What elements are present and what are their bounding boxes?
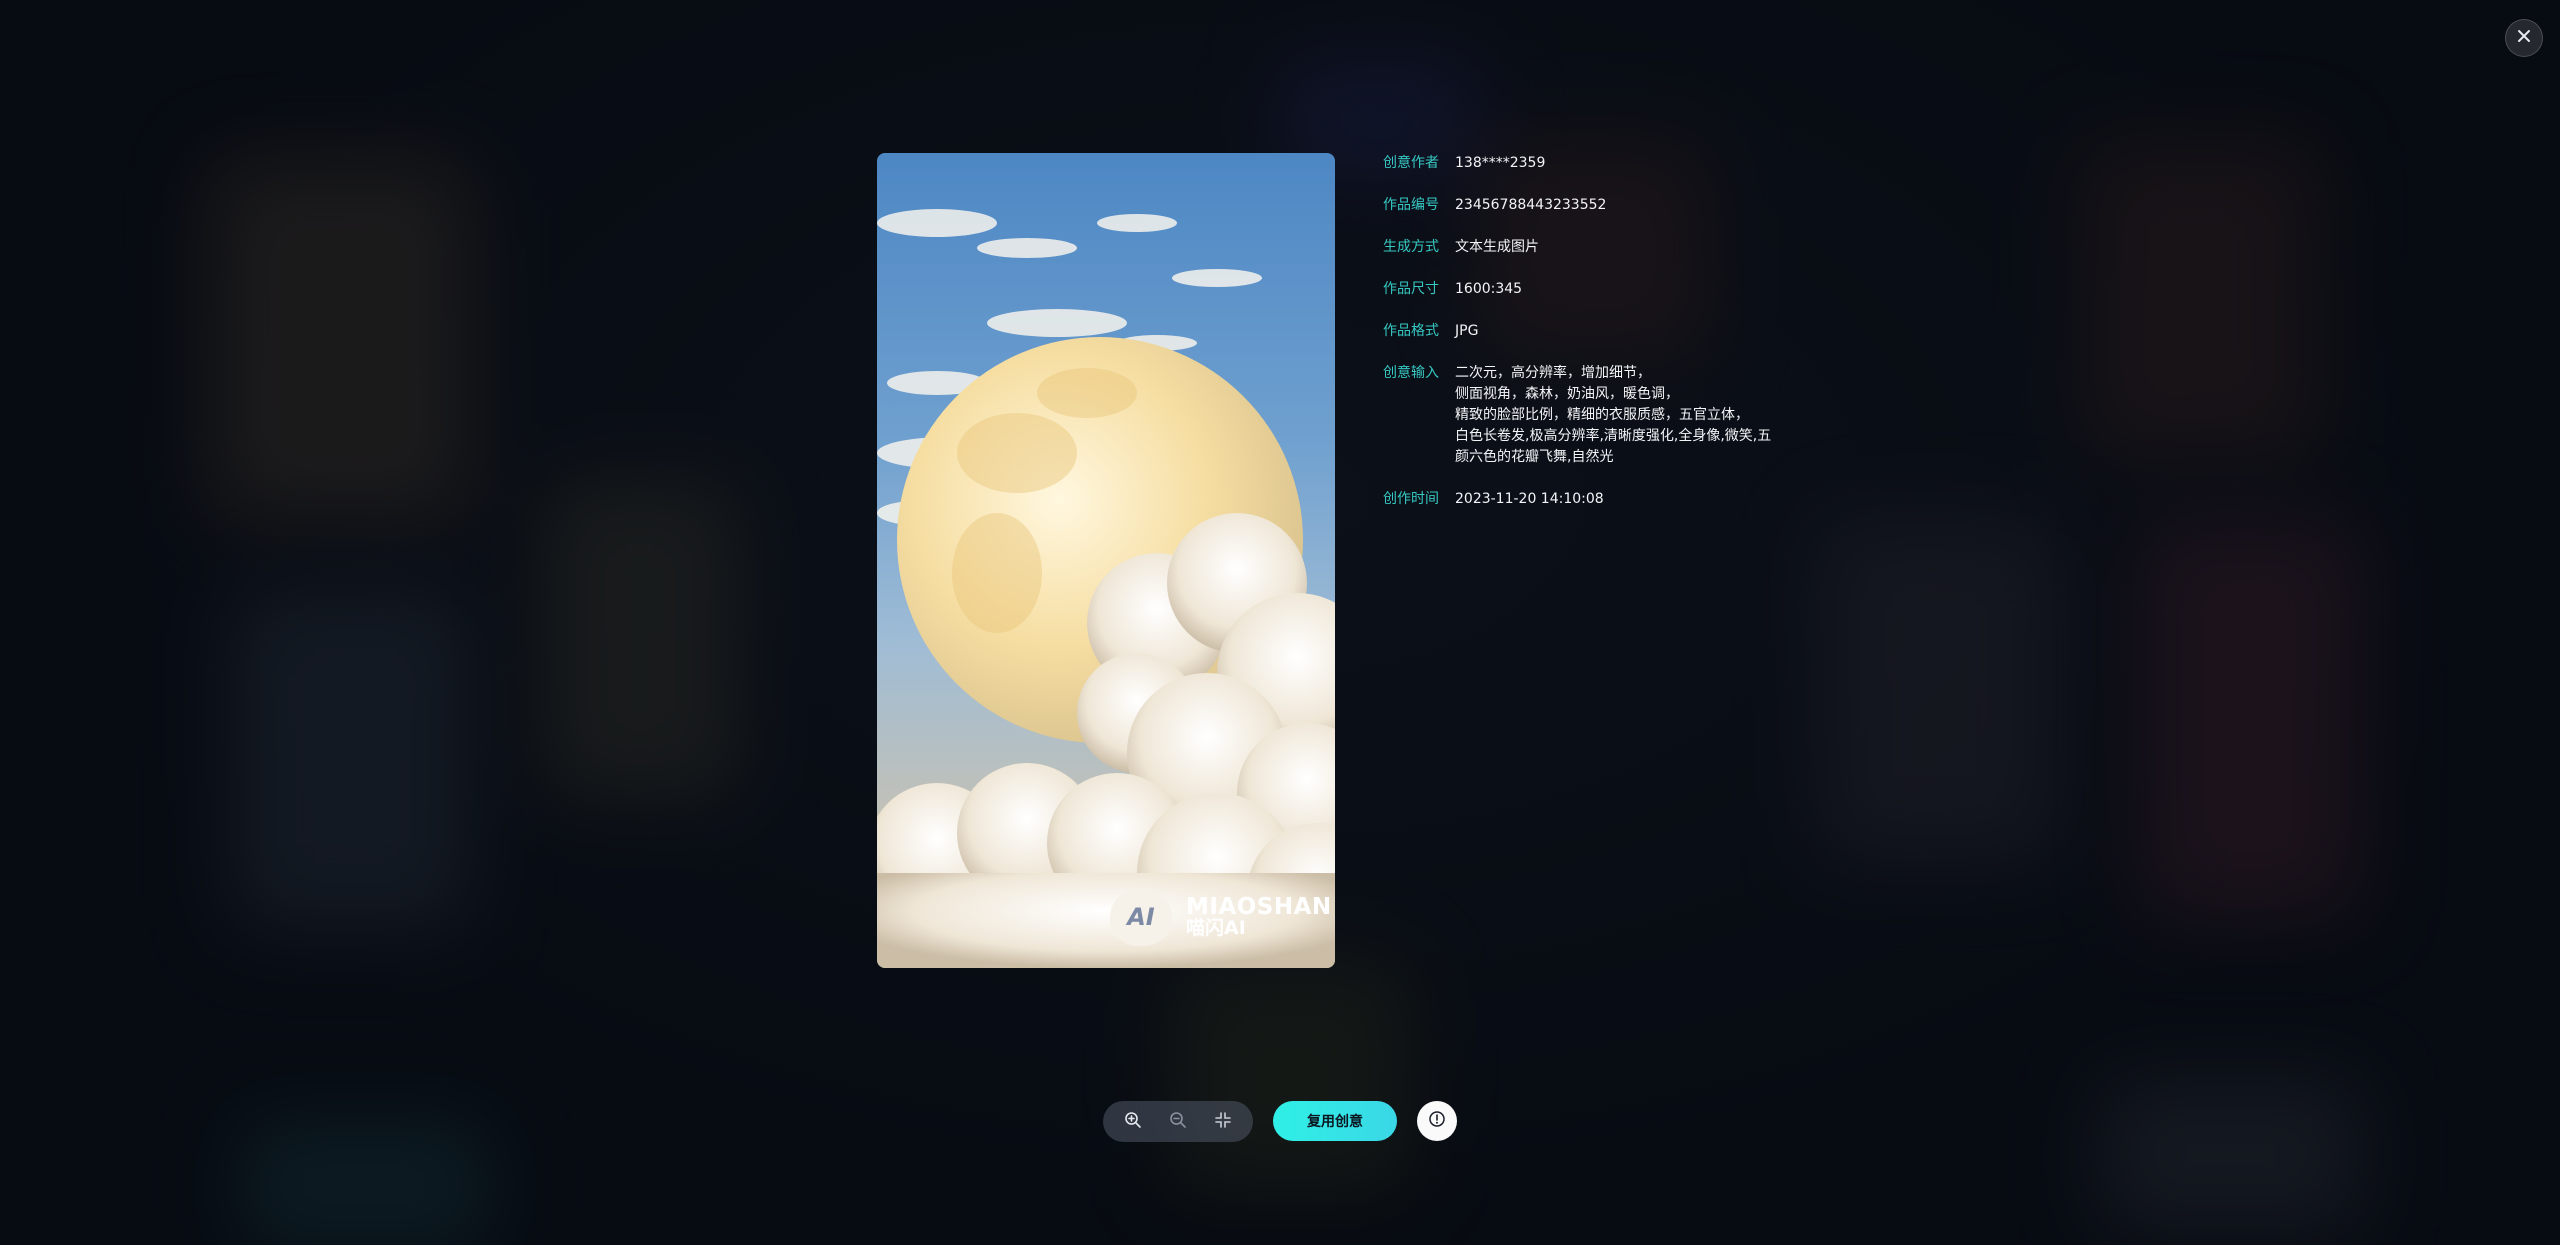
detail-row-format: 作品格式 JPG: [1383, 321, 1803, 342]
detail-label: 创意作者: [1383, 155, 1439, 171]
detail-value: 文本生成图片: [1455, 239, 1539, 255]
zoom-in-button[interactable]: [1120, 1109, 1146, 1135]
detail-row-id: 作品编号 23456788443233552: [1383, 195, 1803, 216]
reuse-idea-label: 复用创意: [1307, 1114, 1363, 1130]
brand-logo: AI: [1110, 888, 1172, 946]
detail-label: 创作时间: [1383, 491, 1439, 507]
detail-row-size: 作品尺寸 1600:345: [1383, 279, 1803, 300]
logo-badge-text: AI: [1127, 903, 1155, 931]
zoom-out-icon: [1169, 1111, 1187, 1133]
fit-screen-button[interactable]: [1210, 1109, 1236, 1135]
shrink-icon: [1214, 1111, 1232, 1133]
info-button[interactable]: [1417, 1101, 1457, 1141]
detail-row-prompt: 创意输入 二次元，高分辨率，增加细节， 侧面视角，森林，奶油风，暖色调， 精致的…: [1383, 363, 1803, 468]
reuse-idea-button[interactable]: 复用创意: [1273, 1101, 1397, 1141]
detail-label: 创意输入: [1383, 365, 1439, 381]
image-toolbar: [1103, 1101, 1253, 1142]
artwork-image: [877, 153, 1335, 968]
detail-value: 2023-11-20 14:10:08: [1455, 491, 1604, 507]
detail-value: 138****2359: [1455, 155, 1546, 171]
watermark: AI MIAOSHAN 喵闪AI: [1110, 888, 1332, 946]
detail-row-method: 生成方式 文本生成图片: [1383, 237, 1803, 258]
brand-name: MIAOSHAN: [1186, 893, 1332, 920]
artwork-details: 创意作者 138****2359 作品编号 23456788443233552 …: [1383, 153, 1803, 531]
detail-label: 作品格式: [1383, 323, 1439, 339]
detail-row-time: 创作时间 2023-11-20 14:10:08: [1383, 489, 1803, 510]
close-icon: [2516, 28, 2532, 48]
zoom-out-button[interactable]: [1165, 1109, 1191, 1135]
detail-value: JPG: [1455, 323, 1479, 339]
detail-value: 1600:345: [1455, 281, 1523, 297]
detail-label: 作品编号: [1383, 197, 1439, 213]
prompt-text: 二次元，高分辨率，增加细节， 侧面视角，森林，奶油风，暖色调， 精致的脸部比例，…: [1455, 365, 1772, 465]
brand-name-cn: 喵闪AI: [1186, 917, 1246, 940]
detail-label: 作品尺寸: [1383, 281, 1439, 297]
detail-row-author: 创意作者 138****2359: [1383, 153, 1803, 174]
info-icon: [1428, 1110, 1446, 1132]
moon-clouds-illustration: [877, 209, 1335, 968]
detail-value: 23456788443233552: [1455, 197, 1607, 213]
close-button[interactable]: [2505, 19, 2543, 57]
zoom-in-icon: [1124, 1111, 1142, 1133]
detail-label: 生成方式: [1383, 239, 1439, 255]
